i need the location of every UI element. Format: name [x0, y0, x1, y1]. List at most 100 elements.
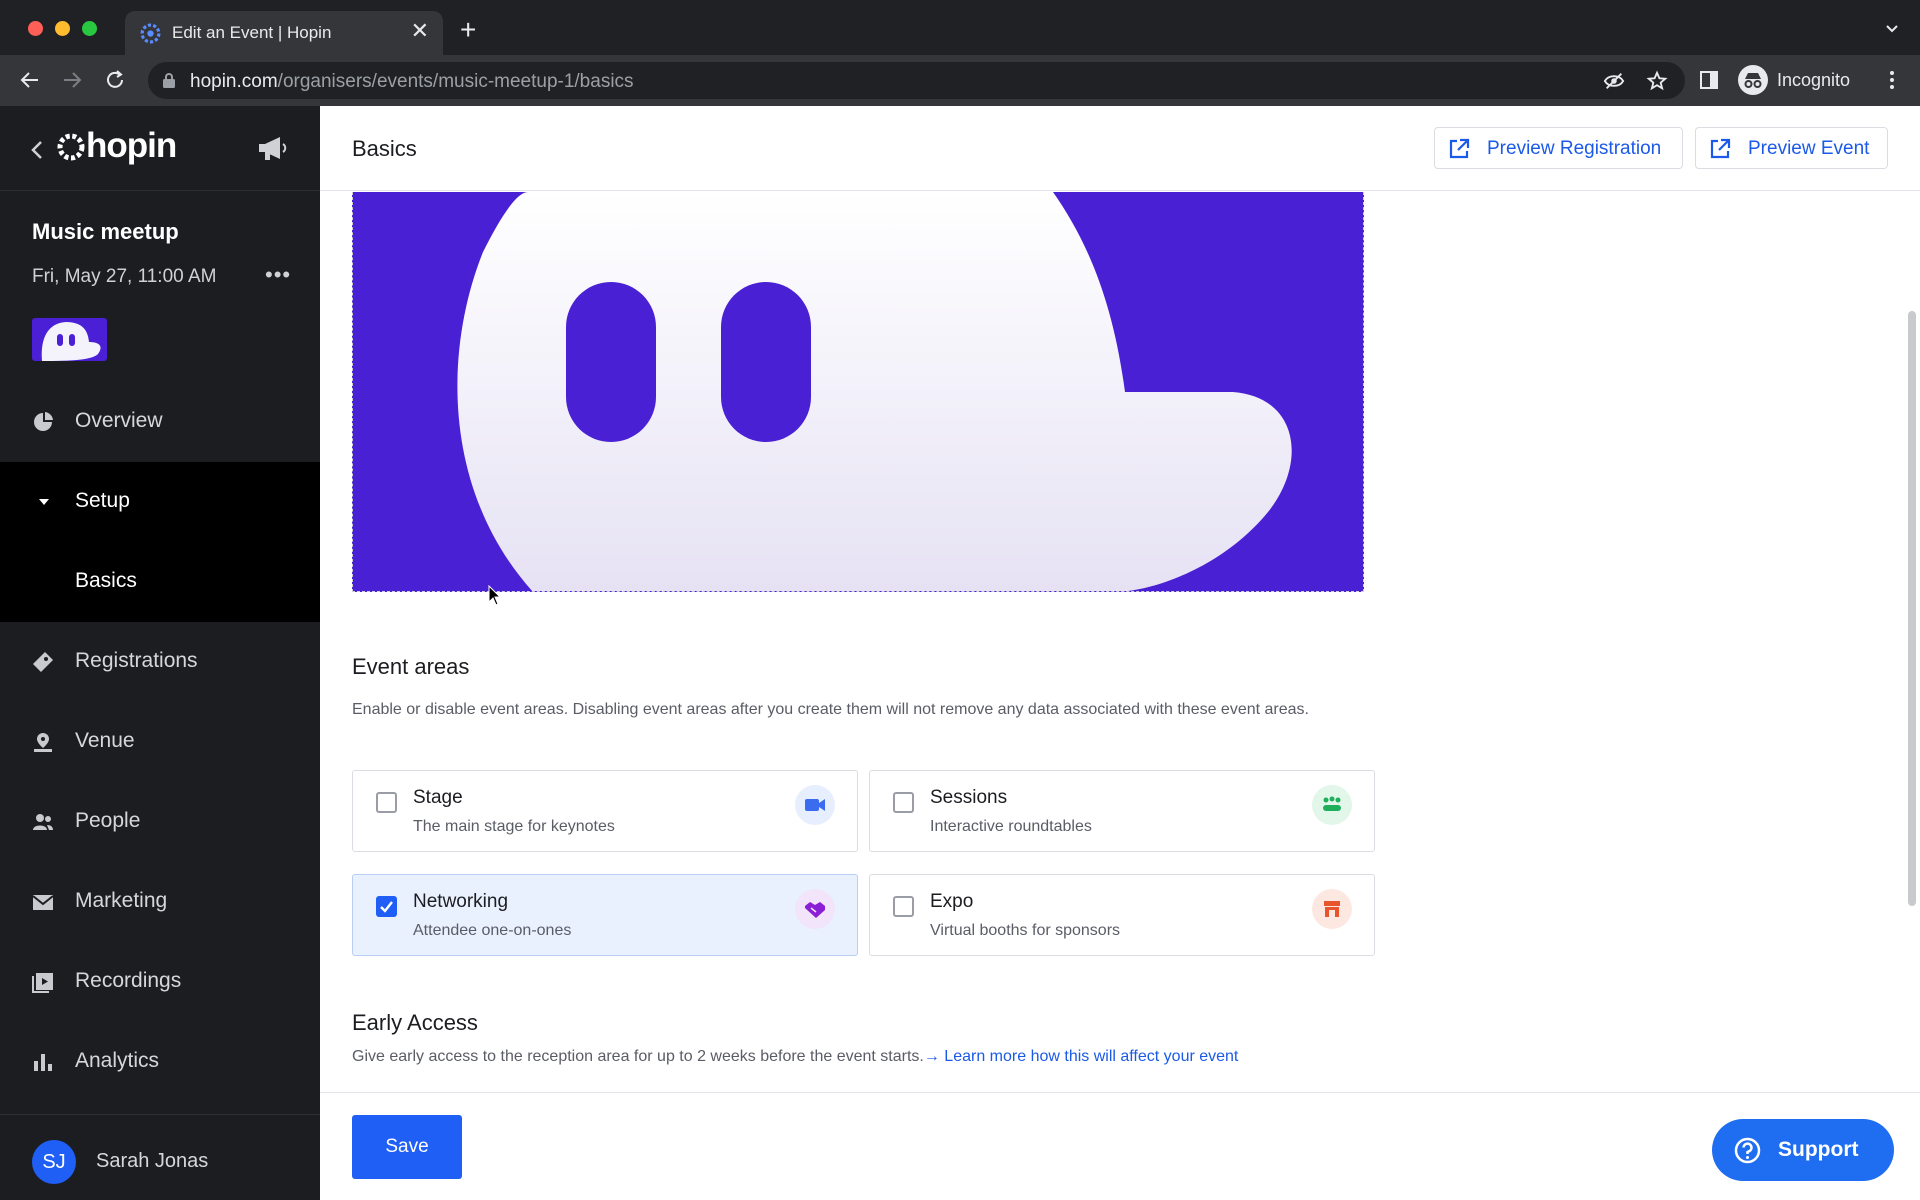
sidebar: hopin Music meetup Fri, May 27, 11:00 AM… — [0, 106, 320, 1200]
support-button[interactable]: Support — [1712, 1119, 1894, 1181]
area-description: Interactive roundtables — [930, 818, 1092, 835]
stage-checkbox[interactable] — [376, 792, 397, 813]
area-name: Stage — [413, 787, 463, 808]
tab-close-icon[interactable]: ✕ — [411, 20, 429, 42]
sidebar-item-basics[interactable]: Basics — [0, 542, 320, 622]
sidebar-item-label: People — [75, 809, 141, 832]
sidebar-item-registrations[interactable]: Registrations — [0, 622, 320, 702]
chevron-down-icon[interactable] — [1884, 21, 1900, 37]
main-content: Basics Preview Registration Preview Even… — [320, 106, 1920, 1200]
learn-more-link[interactable]: → Learn more how this will affect your e… — [924, 1048, 1239, 1065]
incognito-label[interactable]: Incognito — [1777, 70, 1850, 91]
preview-registration-button[interactable]: Preview Registration — [1434, 127, 1683, 169]
caret-down-icon — [39, 499, 49, 505]
side-panel-icon[interactable] — [1697, 68, 1721, 92]
sidebar-item-label: Overview — [75, 409, 163, 432]
kebab-menu-icon[interactable] — [1880, 68, 1904, 92]
megaphone-icon[interactable] — [256, 134, 288, 162]
booth-icon — [1312, 889, 1352, 929]
back-arrow-icon[interactable] — [18, 68, 42, 92]
star-icon[interactable] — [1646, 70, 1668, 92]
hopin-logo[interactable]: hopin — [86, 126, 177, 166]
more-options-icon[interactable]: ••• — [265, 262, 291, 288]
event-thumbnail[interactable] — [32, 318, 107, 361]
area-name: Expo — [930, 891, 974, 912]
sidebar-header: hopin — [0, 106, 320, 190]
envelope-icon — [32, 895, 54, 910]
event-area-sessions[interactable]: Sessions Interactive roundtables — [869, 770, 1375, 852]
close-window-button[interactable] — [28, 21, 43, 36]
avatar[interactable]: SJ — [32, 1140, 76, 1184]
event-banner-image[interactable] — [352, 192, 1364, 592]
section-title: Event areas — [352, 654, 470, 679]
reload-icon[interactable] — [103, 68, 127, 92]
chevron-left-icon[interactable] — [30, 140, 44, 160]
map-pin-icon — [34, 733, 52, 752]
minimize-window-button[interactable] — [55, 21, 70, 36]
sidebar-item-setup[interactable]: Setup — [0, 462, 320, 542]
sidebar-item-label: Basics — [75, 569, 137, 592]
area-name: Networking — [413, 891, 509, 912]
eye-off-icon[interactable] — [1603, 70, 1625, 92]
footer-bar: Save Support — [320, 1092, 1920, 1200]
sidebar-item-label: Analytics — [75, 1049, 160, 1072]
sidebar-item-label: Registrations — [75, 649, 198, 672]
sidebar-item-label: Venue — [75, 729, 135, 752]
area-description: Virtual booths for sponsors — [930, 922, 1121, 939]
incognito-icon[interactable] — [1738, 65, 1768, 95]
group-icon — [1312, 785, 1352, 825]
external-link-icon — [1449, 138, 1470, 159]
section-description: Give early access to the reception area … — [352, 1048, 1238, 1066]
area-name: Sessions — [930, 787, 1008, 808]
url-text: hopin.com/organisers/events/music-meetup… — [190, 71, 634, 92]
pie-chart-icon — [34, 412, 53, 431]
sidebar-item-label: Recordings — [75, 969, 182, 992]
preview-event-button[interactable]: Preview Event — [1695, 127, 1888, 169]
tab-title: Edit an Event | Hopin — [172, 23, 332, 42]
address-bar[interactable]: hopin.com/organisers/events/music-meetup… — [148, 62, 1685, 99]
page-title: Basics — [352, 136, 417, 161]
divider — [0, 190, 320, 191]
handshake-icon — [795, 889, 835, 929]
event-area-networking[interactable]: Networking Attendee one-on-ones — [352, 874, 858, 956]
event-area-expo[interactable]: Expo Virtual booths for sponsors — [869, 874, 1375, 956]
bar-chart-icon — [34, 1054, 52, 1071]
page-header: Basics Preview Registration Preview Even… — [320, 106, 1920, 191]
browser-tab[interactable]: Edit an Event | Hopin ✕ — [125, 11, 443, 55]
event-area-stage[interactable]: Stage The main stage for keynotes — [352, 770, 858, 852]
zoom-window-button[interactable] — [82, 21, 97, 36]
check-icon — [380, 901, 393, 913]
sidebar-item-analytics[interactable]: Analytics — [0, 1022, 320, 1102]
help-icon — [1734, 1137, 1761, 1164]
sidebar-item-people[interactable]: People — [0, 782, 320, 862]
expo-checkbox[interactable] — [893, 896, 914, 917]
people-icon — [33, 814, 53, 830]
event-date: Fri, May 27, 11:00 AM — [32, 266, 217, 287]
area-description: Attendee one-on-ones — [413, 922, 572, 939]
early-access-text: Give early access to the reception area … — [352, 1048, 924, 1065]
user-name[interactable]: Sarah Jonas — [96, 1150, 208, 1173]
scrollbar[interactable] — [1908, 311, 1916, 906]
external-link-icon — [1710, 138, 1731, 159]
forward-arrow-icon[interactable] — [60, 68, 84, 92]
networking-checkbox[interactable] — [376, 896, 397, 917]
button-label: Preview Registration — [1487, 138, 1662, 159]
ticket-icon — [33, 652, 53, 672]
sidebar-item-overview[interactable]: Overview — [0, 382, 320, 462]
save-button[interactable]: Save — [352, 1115, 462, 1179]
sidebar-item-marketing[interactable]: Marketing — [0, 862, 320, 942]
new-tab-icon[interactable]: + — [460, 16, 476, 44]
mouse-cursor-icon — [488, 585, 502, 606]
sessions-checkbox[interactable] — [893, 792, 914, 813]
event-name: Music meetup — [32, 219, 179, 244]
hopin-logo-icon[interactable] — [56, 132, 86, 162]
sidebar-item-label: Setup — [75, 489, 130, 512]
ghost-logo-icon — [457, 192, 1292, 591]
lock-icon — [163, 73, 175, 88]
ghost-logo-icon — [41, 322, 101, 361]
section-description: Enable or disable event areas. Disabling… — [352, 701, 1309, 718]
sidebar-item-recordings[interactable]: Recordings — [0, 942, 320, 1022]
sidebar-item-venue[interactable]: Venue — [0, 702, 320, 782]
video-camera-icon — [795, 785, 835, 825]
divider — [0, 1114, 320, 1115]
